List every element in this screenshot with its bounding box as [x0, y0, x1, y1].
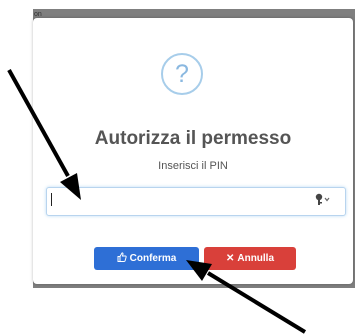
arrow-to-input [7, 69, 81, 200]
arrow-to-confirm [186, 260, 307, 334]
annotation-arrows [7, 69, 307, 334]
